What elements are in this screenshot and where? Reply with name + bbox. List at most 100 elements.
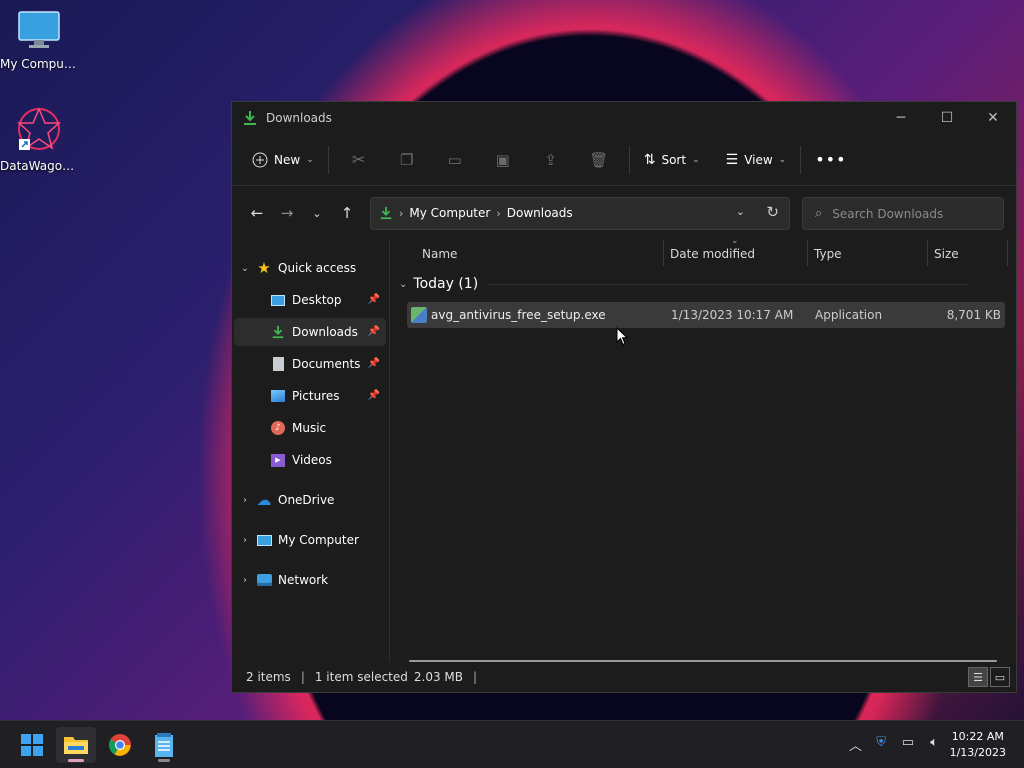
chevron-right-icon[interactable]: ›	[238, 575, 252, 586]
desktop-icon-label: DataWagon...	[0, 159, 78, 173]
pictures-icon	[270, 388, 286, 404]
sidebar-item-label: Videos	[292, 453, 332, 467]
sidebar-item-label: My Computer	[278, 533, 359, 547]
chevron-right-icon[interactable]: ›	[238, 495, 252, 506]
sidebar-item-videos[interactable]: ▶ Videos	[266, 446, 386, 474]
breadcrumb-separator-icon: ›	[399, 206, 404, 220]
share-button[interactable]: ⇪	[527, 142, 575, 178]
more-options-button[interactable]: •••	[807, 142, 854, 178]
copy-icon: ❐	[400, 150, 414, 169]
refresh-icon[interactable]: ↻	[766, 203, 779, 221]
delete-button[interactable]: 🗑	[575, 142, 623, 178]
sidebar-item-my-computer[interactable]: › My Computer	[238, 526, 386, 554]
file-size: 8,701 KB	[946, 308, 1001, 322]
view-button[interactable]: ☰ View ⌄	[718, 142, 795, 178]
sidebar-item-network[interactable]: › Network	[238, 566, 386, 594]
download-icon	[270, 324, 286, 340]
start-button[interactable]	[12, 727, 52, 763]
forward-button[interactable]: →	[272, 198, 302, 228]
sidebar-item-onedrive[interactable]: › ☁ OneDrive	[238, 486, 386, 514]
chevron-down-icon: ⌄	[778, 154, 787, 165]
column-header-size[interactable]: Size	[934, 247, 959, 261]
navigation-pane: ⌄ ★ Quick access Desktop 📌 Downloads 📌 D…	[232, 240, 390, 662]
sort-button[interactable]: ⇅ Sort ⌄	[636, 142, 708, 178]
file-date: 1/13/2023 10:17 AM	[671, 308, 794, 322]
sidebar-item-label: Pictures	[292, 389, 340, 403]
volume-icon[interactable]: 🔈︎	[930, 735, 938, 750]
sidebar-item-label: OneDrive	[278, 493, 335, 507]
videos-icon: ▶	[270, 452, 286, 468]
folder-icon	[64, 737, 88, 754]
cut-button[interactable]: ✂	[335, 142, 383, 178]
arrow-left-icon: ←	[250, 204, 264, 222]
new-button[interactable]: New ⌄	[244, 142, 322, 178]
monitor-icon	[256, 532, 272, 548]
clock-date: 1/13/2023	[949, 746, 1006, 759]
clock-time: 10:22 AM	[951, 730, 1004, 743]
sidebar-item-label: Downloads	[292, 325, 358, 339]
address-bar[interactable]: › My Computer › Downloads ⌄ ↻	[370, 196, 790, 230]
pin-icon: 📌	[367, 326, 380, 337]
rename-icon: ▣	[495, 150, 510, 169]
column-header-date-modified[interactable]: Date modified	[670, 247, 755, 261]
address-history-chevron-icon[interactable]: ⌄	[736, 205, 745, 218]
sidebar-item-label: Network	[278, 573, 329, 587]
column-headers: Name ⌄ Date modified Type Size	[391, 236, 1016, 268]
chevron-down-icon: ⌄	[692, 154, 700, 165]
chevron-right-icon[interactable]: ›	[238, 535, 252, 546]
network-status-icon[interactable]: ▭	[902, 735, 914, 750]
chrome-icon	[109, 734, 131, 756]
paste-button[interactable]: ▭	[431, 142, 479, 178]
breadcrumb-my-computer[interactable]: My Computer	[409, 206, 490, 220]
status-bar: 2 items | 1 item selected 2.03 MB | ☰ ▭	[232, 662, 1016, 692]
taskbar-file-explorer[interactable]	[56, 727, 96, 763]
windows-logo-icon	[21, 734, 43, 756]
close-button[interactable]: ✕	[970, 102, 1016, 134]
view-lines-icon: ☰	[725, 151, 739, 168]
tiles-view-button[interactable]: ▭	[990, 667, 1010, 687]
security-shield-icon[interactable]: ⛨	[876, 735, 886, 750]
sidebar-item-downloads[interactable]: Downloads 📌	[234, 318, 386, 346]
new-label: New	[274, 152, 301, 167]
sidebar-item-documents[interactable]: Documents 📌	[266, 350, 386, 378]
maximize-button[interactable]: ☐	[924, 102, 970, 134]
back-button[interactable]: ←	[242, 198, 272, 228]
breadcrumb-downloads[interactable]: Downloads	[507, 206, 573, 220]
search-box[interactable]: ⌕	[802, 197, 1004, 230]
item-count: 2 items	[246, 670, 291, 684]
file-type: Application	[815, 308, 883, 322]
taskbar-notepad[interactable]	[144, 727, 184, 763]
column-header-type[interactable]: Type	[814, 247, 842, 261]
star-icon: ★	[257, 259, 271, 277]
rename-button[interactable]: ▣	[479, 142, 527, 178]
sidebar-item-quick-access[interactable]: ⌄ ★ Quick access	[238, 254, 386, 282]
plus-circle-icon	[252, 152, 268, 167]
show-hidden-icons-chevron-icon[interactable]: ︿	[849, 735, 862, 754]
search-input[interactable]	[832, 206, 983, 221]
minimize-button[interactable]: ─	[878, 102, 924, 134]
details-view-button[interactable]: ☰	[968, 667, 988, 687]
tiles-view-icon: ▭	[994, 670, 1006, 684]
table-row[interactable]: avg_antivirus_free_setup.exe 1/13/2023 1…	[407, 302, 1005, 328]
network-icon	[256, 572, 272, 588]
system-clock[interactable]: 10:22 AM 1/13/2023	[950, 729, 1006, 761]
sidebar-item-pictures[interactable]: Pictures 📌	[266, 382, 386, 410]
desktop-icon-my-computer[interactable]: My Computer	[0, 10, 78, 71]
arrow-up-icon: ↑	[340, 204, 354, 222]
column-header-name[interactable]: Name	[422, 247, 457, 261]
chevron-down-icon: ⌄	[399, 278, 408, 290]
installer-icon	[411, 307, 427, 323]
recent-locations-button[interactable]: ⌄	[302, 198, 332, 228]
group-header-today[interactable]: ⌄ Today (1)	[399, 276, 969, 292]
taskbar-chrome[interactable]	[100, 727, 140, 763]
copy-button[interactable]: ❐	[383, 142, 431, 178]
arrow-right-icon: →	[280, 204, 294, 222]
datawagon-logo-icon	[17, 107, 61, 150]
document-icon	[270, 356, 286, 372]
chevron-down-icon[interactable]: ⌄	[238, 263, 252, 274]
sidebar-item-music[interactable]: ♪ Music	[266, 414, 386, 442]
up-button[interactable]: ↑	[332, 198, 362, 228]
sidebar-item-desktop[interactable]: Desktop 📌	[266, 286, 386, 314]
chevron-down-icon: ⌄	[312, 206, 322, 220]
desktop-icon-datawagon[interactable]: DataWagon...	[0, 106, 78, 173]
